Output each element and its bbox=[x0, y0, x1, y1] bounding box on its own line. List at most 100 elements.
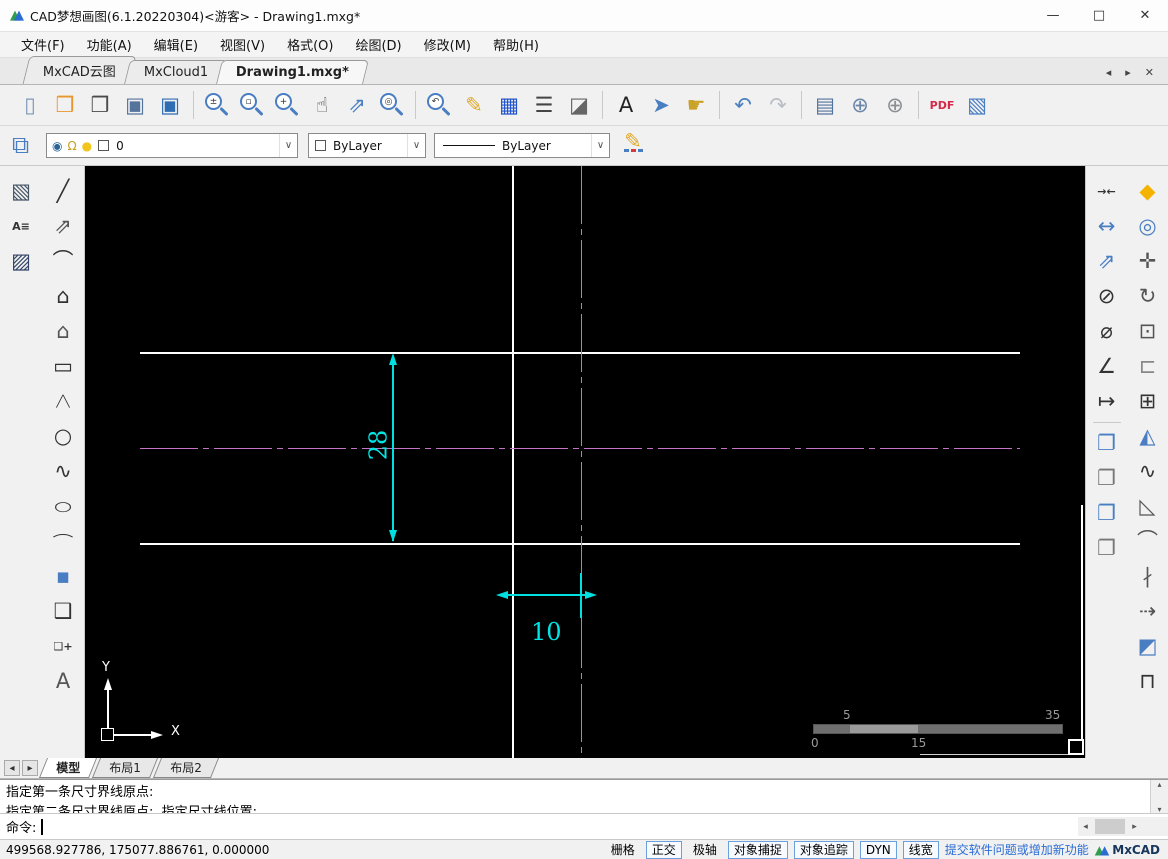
centerline-vertical[interactable] bbox=[581, 166, 582, 758]
save-icon[interactable]: ▣ bbox=[119, 89, 151, 121]
dim-aligned-icon[interactable]: ⇗ bbox=[1091, 246, 1122, 277]
command-vertical-scrollbar[interactable]: ▴ ▾ bbox=[1150, 780, 1168, 814]
dimension-10-text[interactable]: 10 bbox=[531, 618, 562, 646]
drawn-line-horizontal-bottom[interactable] bbox=[140, 543, 1020, 545]
lineweight-icon[interactable]: ◪ bbox=[563, 89, 595, 121]
status-toggle[interactable]: 对象捕捉 bbox=[727, 840, 788, 859]
open-drawing-icon[interactable]: ❒ bbox=[49, 89, 81, 121]
chevron-down-icon[interactable]: ∨ bbox=[407, 134, 425, 157]
paragraph-text-icon[interactable]: A≡ bbox=[6, 211, 37, 242]
scrollbar-thumb[interactable] bbox=[1095, 819, 1125, 834]
dim-diameter-icon[interactable]: ⌀ bbox=[1091, 316, 1122, 347]
zoom-dynamic-icon[interactable]: ⇗ bbox=[341, 89, 373, 121]
draworder-below-icon[interactable]: ❐ bbox=[1091, 533, 1122, 564]
scroll-left-icon[interactable]: ◂ bbox=[1078, 822, 1093, 832]
ellipse-arc-icon[interactable]: ⌒ bbox=[48, 526, 79, 557]
layout-tab[interactable]: 模型 bbox=[38, 758, 98, 778]
break-icon[interactable]: ∤ bbox=[1132, 561, 1163, 592]
insert-image-icon[interactable]: ▧ bbox=[6, 176, 37, 207]
spline-icon[interactable]: ∿ bbox=[48, 456, 79, 487]
dim-continue-icon[interactable]: ↦ bbox=[1091, 386, 1122, 417]
move-icon[interactable]: ✛ bbox=[1132, 246, 1163, 277]
draworder-above-icon[interactable]: ❐ bbox=[1091, 498, 1122, 529]
status-toggle[interactable]: 极轴 bbox=[688, 842, 722, 858]
zoom-center-icon[interactable]: ◎ bbox=[376, 89, 408, 121]
menu-item[interactable]: 绘图(D) bbox=[344, 32, 412, 57]
tab-scroll-right-icon[interactable]: ▸ bbox=[1121, 65, 1135, 80]
menu-item[interactable]: 格式(O) bbox=[276, 32, 344, 57]
copy-icon[interactable]: ◎ bbox=[1132, 211, 1163, 242]
command-history[interactable]: 指定第一条尺寸界线原点: 指定第二条尺寸界线原点: 指定尺寸线位置: ▴ ▾ bbox=[0, 779, 1168, 820]
dim-angular-icon[interactable]: ∠ bbox=[1091, 351, 1122, 382]
layer-dropdown[interactable]: ◉ Ω ● 0 ∨ bbox=[46, 133, 298, 158]
dim-quick-icon[interactable]: →← bbox=[1091, 176, 1122, 207]
web-publish-icon[interactable]: ⊕ bbox=[844, 89, 876, 121]
circle-icon[interactable]: ○ bbox=[48, 421, 79, 452]
layout-scroll-left-icon[interactable]: ◂ bbox=[4, 760, 20, 776]
menu-item[interactable]: 文件(F) bbox=[10, 32, 76, 57]
ellipse-icon[interactable]: ○ bbox=[48, 491, 79, 522]
minimize-button[interactable]: — bbox=[1030, 0, 1076, 31]
tab-scroll-left-icon[interactable]: ◂ bbox=[1102, 65, 1116, 80]
scale-icon[interactable]: ⊡ bbox=[1132, 316, 1163, 347]
match-properties-icon[interactable]: ☛ bbox=[680, 89, 712, 121]
color-palette-icon[interactable]: ▦ bbox=[493, 89, 525, 121]
dim-linear-icon[interactable]: ↔ bbox=[1091, 211, 1122, 242]
command-input-row[interactable]: 命令: ◂ ▸ bbox=[0, 813, 1168, 839]
redo-icon[interactable]: ↷ bbox=[762, 89, 794, 121]
zoom-extents-icon[interactable]: + bbox=[271, 89, 303, 121]
visibility-eye-icon[interactable]: ◉ bbox=[52, 139, 62, 153]
status-toggle[interactable]: DYN bbox=[859, 840, 897, 859]
open-folder-icon[interactable]: ❒ bbox=[84, 89, 116, 121]
lock-icon[interactable]: Ω bbox=[67, 139, 76, 153]
select-lightning-icon[interactable]: ➤ bbox=[645, 89, 677, 121]
zoom-window-icon[interactable]: ▫ bbox=[236, 89, 268, 121]
feedback-link[interactable]: 提交软件问题或增加新功能 bbox=[945, 841, 1089, 858]
color-dropdown[interactable]: ByLayer ∨ bbox=[308, 133, 426, 158]
print-icon[interactable]: ▤ bbox=[809, 89, 841, 121]
command-horizontal-scrollbar[interactable]: ◂ ▸ bbox=[1078, 817, 1168, 836]
status-toggle[interactable]: 对象追踪 bbox=[793, 840, 854, 859]
drawn-line-vertical[interactable] bbox=[512, 166, 514, 758]
frame-edge-line[interactable] bbox=[1081, 505, 1083, 743]
zoom-scale-icon[interactable]: ± bbox=[201, 89, 233, 121]
menu-item[interactable]: 编辑(E) bbox=[143, 32, 209, 57]
break-at-point-icon[interactable]: ⇢ bbox=[1132, 596, 1163, 627]
create-block-icon[interactable]: ❑+ bbox=[48, 631, 79, 662]
spline-edit-icon[interactable]: ∿ bbox=[1132, 456, 1163, 487]
dimension-28-text[interactable]: 28 bbox=[364, 430, 392, 461]
line-icon[interactable]: ╱ bbox=[48, 176, 79, 207]
tab-close-icon[interactable]: ✕ bbox=[1141, 65, 1158, 80]
close-button[interactable]: ✕ bbox=[1122, 0, 1168, 31]
frame-bottom-line[interactable] bbox=[920, 754, 1083, 755]
hatch-icon[interactable]: ▨ bbox=[6, 246, 37, 277]
layout-tab[interactable]: 布局1 bbox=[91, 758, 158, 778]
polyline-icon[interactable]: ╱╲ bbox=[48, 386, 79, 417]
sketch-pencil-icon[interactable]: ✎ bbox=[458, 89, 490, 121]
zoom-previous-icon[interactable]: ↶ bbox=[423, 89, 455, 121]
menu-item[interactable]: 修改(M) bbox=[413, 32, 482, 57]
document-tab[interactable]: MxCAD云图 bbox=[22, 56, 137, 84]
chevron-down-icon[interactable]: ∨ bbox=[279, 134, 297, 157]
linetype-dropdown[interactable]: ByLayer ∨ bbox=[434, 133, 610, 158]
document-tab[interactable]: MxCloud1 bbox=[123, 60, 229, 84]
pdf-export-icon[interactable]: PDF bbox=[926, 89, 958, 121]
text-style-icon[interactable]: A bbox=[610, 89, 642, 121]
chevron-down-icon[interactable]: ∨ bbox=[591, 134, 609, 157]
draworder-back-icon[interactable]: ❐ bbox=[1091, 463, 1122, 494]
erase-icon[interactable]: ◆ bbox=[1132, 176, 1163, 207]
scroll-up-icon[interactable]: ▴ bbox=[1157, 780, 1161, 789]
status-toggle[interactable]: 栅格 bbox=[606, 842, 640, 858]
dim-radius-icon[interactable]: ⊘ bbox=[1091, 281, 1122, 312]
rectangle-icon[interactable]: ▭ bbox=[48, 351, 79, 382]
mirror-icon[interactable]: ◭ bbox=[1132, 421, 1163, 452]
web-upload-icon[interactable]: ⊕ bbox=[879, 89, 911, 121]
status-toggle[interactable]: 线宽 bbox=[902, 840, 939, 859]
single-text-icon[interactable]: A bbox=[48, 666, 79, 697]
pan-icon[interactable]: ☝ bbox=[306, 89, 338, 121]
drawn-line-horizontal-top[interactable] bbox=[140, 352, 1020, 354]
dimension-28-line[interactable] bbox=[392, 356, 394, 541]
bulb-icon[interactable]: ● bbox=[82, 139, 92, 153]
drawing-canvas[interactable]: 28 10 Y X 5 35 0 15 bbox=[85, 166, 1085, 758]
layout-scroll-right-icon[interactable]: ▸ bbox=[22, 760, 38, 776]
